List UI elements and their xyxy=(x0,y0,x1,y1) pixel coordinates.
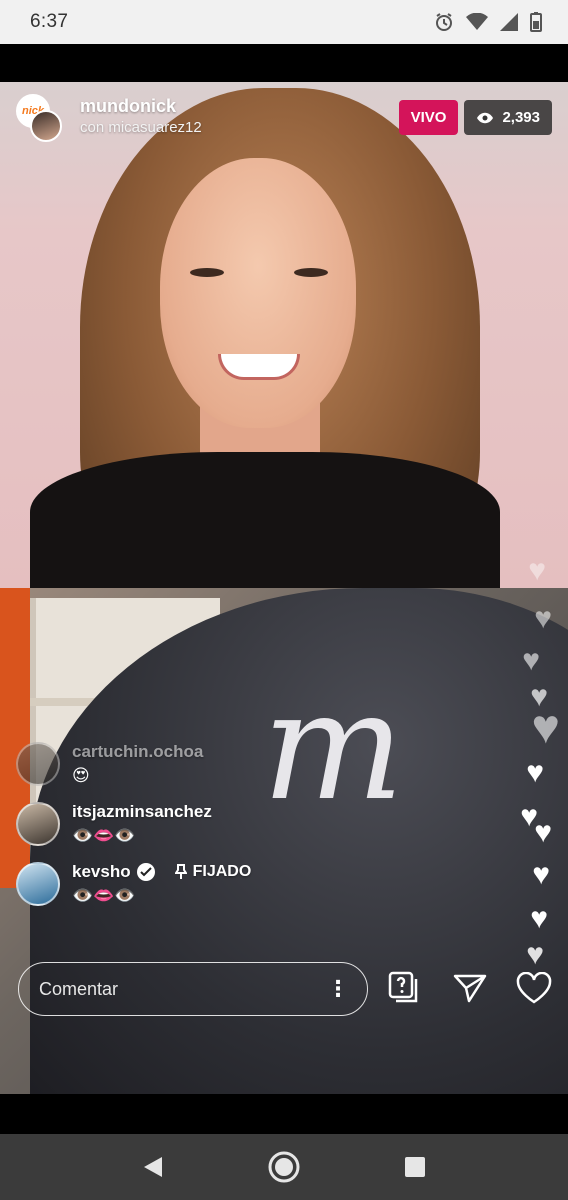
host-shirt xyxy=(30,452,500,588)
host-eye xyxy=(190,268,224,277)
comment-feed: cartuchin.ochoa 😍 itsjazminsanchez 👁️👄👁️… xyxy=(16,742,486,922)
comment-text: 😍 xyxy=(72,766,90,785)
live-header: nick mundonick con micasuarez12 VIVO 2,3… xyxy=(0,82,568,152)
share-button[interactable] xyxy=(450,966,490,1010)
host-avatars[interactable]: nick xyxy=(16,94,72,144)
guest-line[interactable]: con micasuarez12 xyxy=(80,119,202,136)
host-username[interactable]: mundonick xyxy=(80,96,202,117)
question-button[interactable] xyxy=(384,966,424,1010)
alarm-icon xyxy=(436,13,452,31)
heart-icon: ♥ xyxy=(532,858,550,891)
send-icon xyxy=(453,974,487,1003)
viewer-count-badge[interactable]: 2,393 xyxy=(464,100,552,135)
header-badges: VIVO 2,393 xyxy=(398,100,552,135)
comment-item[interactable]: cartuchin.ochoa 😍 xyxy=(16,742,486,786)
heart-icon: ♥ xyxy=(534,602,552,635)
more-options-icon[interactable]: ⋮ xyxy=(327,978,349,1000)
guest-avatar[interactable] xyxy=(30,110,62,142)
question-box-icon xyxy=(388,971,418,1003)
pinned-comment[interactable]: kevsho FIJADO 👁️👄👁️ xyxy=(16,862,486,906)
heart-icon: ♥ xyxy=(534,816,552,849)
recents-icon[interactable] xyxy=(404,1156,426,1178)
heart-icon xyxy=(516,972,552,1004)
comment-header: kevsho FIJADO xyxy=(72,862,251,882)
comment-username[interactable]: kevsho xyxy=(72,862,131,882)
commenter-avatar[interactable] xyxy=(16,742,60,786)
commenter-avatar[interactable] xyxy=(16,802,60,846)
home-icon[interactable] xyxy=(267,1150,301,1184)
pinned-label: FIJADO xyxy=(174,863,252,881)
heart-icon: ♥ xyxy=(522,644,540,677)
back-icon[interactable] xyxy=(142,1155,164,1179)
status-time: 6:37 xyxy=(30,11,69,32)
comment-username[interactable]: cartuchin.ochoa xyxy=(72,742,203,762)
heart-icon: ♥ xyxy=(531,701,561,754)
comment-text: 👁️👄👁️ xyxy=(72,886,136,905)
commenter-avatar[interactable] xyxy=(16,862,60,906)
comment-text: 👁️👄👁️ xyxy=(72,826,136,845)
live-stream[interactable]: m nick mundonick con micasuarez12 VIVO 2… xyxy=(0,82,568,1094)
status-icons xyxy=(434,12,542,32)
battery-icon xyxy=(530,12,542,32)
host-video xyxy=(0,82,568,588)
like-button[interactable] xyxy=(514,966,554,1010)
live-badge: VIVO xyxy=(398,100,459,135)
system-nav-bar xyxy=(0,1134,568,1200)
comment-placeholder: Comentar xyxy=(39,978,119,999)
host-face xyxy=(160,158,356,428)
cell-signal-icon xyxy=(500,13,518,31)
host-smile xyxy=(218,354,300,380)
viewer-count: 2,393 xyxy=(502,109,540,126)
pinned-text: FIJADO xyxy=(192,863,252,880)
heart-icon: ♥ xyxy=(528,554,546,587)
host-eye xyxy=(294,268,328,277)
host-info[interactable]: mundonick con micasuarez12 xyxy=(80,96,202,136)
heart-icon: ♥ xyxy=(526,756,544,789)
comment-input[interactable]: Comentar ⋮ xyxy=(18,962,368,1016)
comment-item[interactable]: itsjazminsanchez 👁️👄👁️ xyxy=(16,802,486,846)
pin-icon xyxy=(174,864,187,879)
wifi-icon xyxy=(466,13,488,30)
eye-icon xyxy=(477,112,494,123)
floating-hearts: ♥ ♥ ♥ ♥ ♥ ♥ ♥ ♥ ♥ ♥ ♥ xyxy=(500,556,560,976)
heart-icon: ♥ xyxy=(530,902,548,935)
status-bar: 6:37 xyxy=(0,0,568,44)
comment-username[interactable]: itsjazminsanchez xyxy=(72,802,212,822)
verified-badge-icon xyxy=(136,863,155,881)
